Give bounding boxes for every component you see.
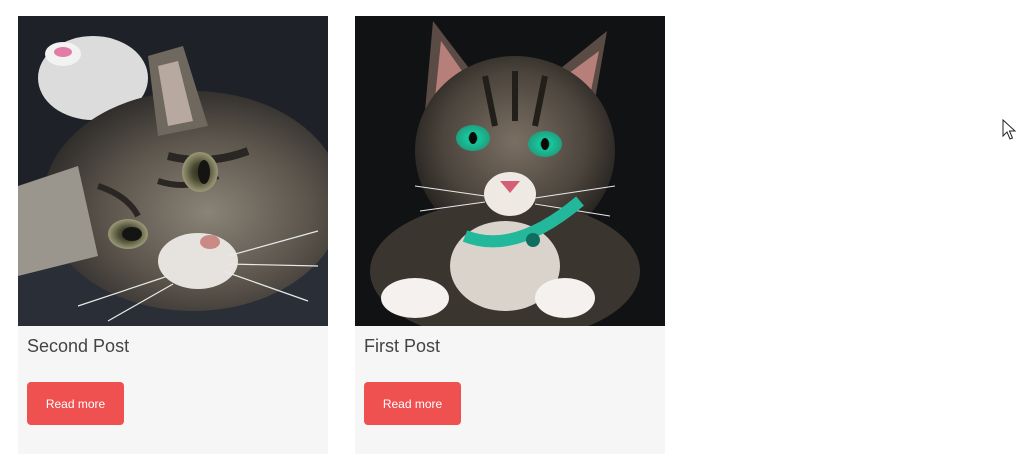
post-thumbnail-image[interactable]: [18, 16, 328, 326]
read-more-button[interactable]: Read more: [27, 382, 124, 425]
post-grid-page: Second Post Read more First Post Read mo…: [0, 0, 1024, 469]
cat-lying-image: [18, 16, 328, 326]
post-card: Second Post Read more: [18, 16, 328, 454]
post-title[interactable]: Second Post: [27, 336, 129, 357]
post-title[interactable]: First Post: [364, 336, 440, 357]
mouse-pointer-icon: [1002, 119, 1017, 140]
cat-green-eyes-image: [355, 16, 665, 326]
read-more-button[interactable]: Read more: [364, 382, 461, 425]
post-card: First Post Read more: [355, 16, 665, 454]
post-thumbnail-image[interactable]: [355, 16, 665, 326]
